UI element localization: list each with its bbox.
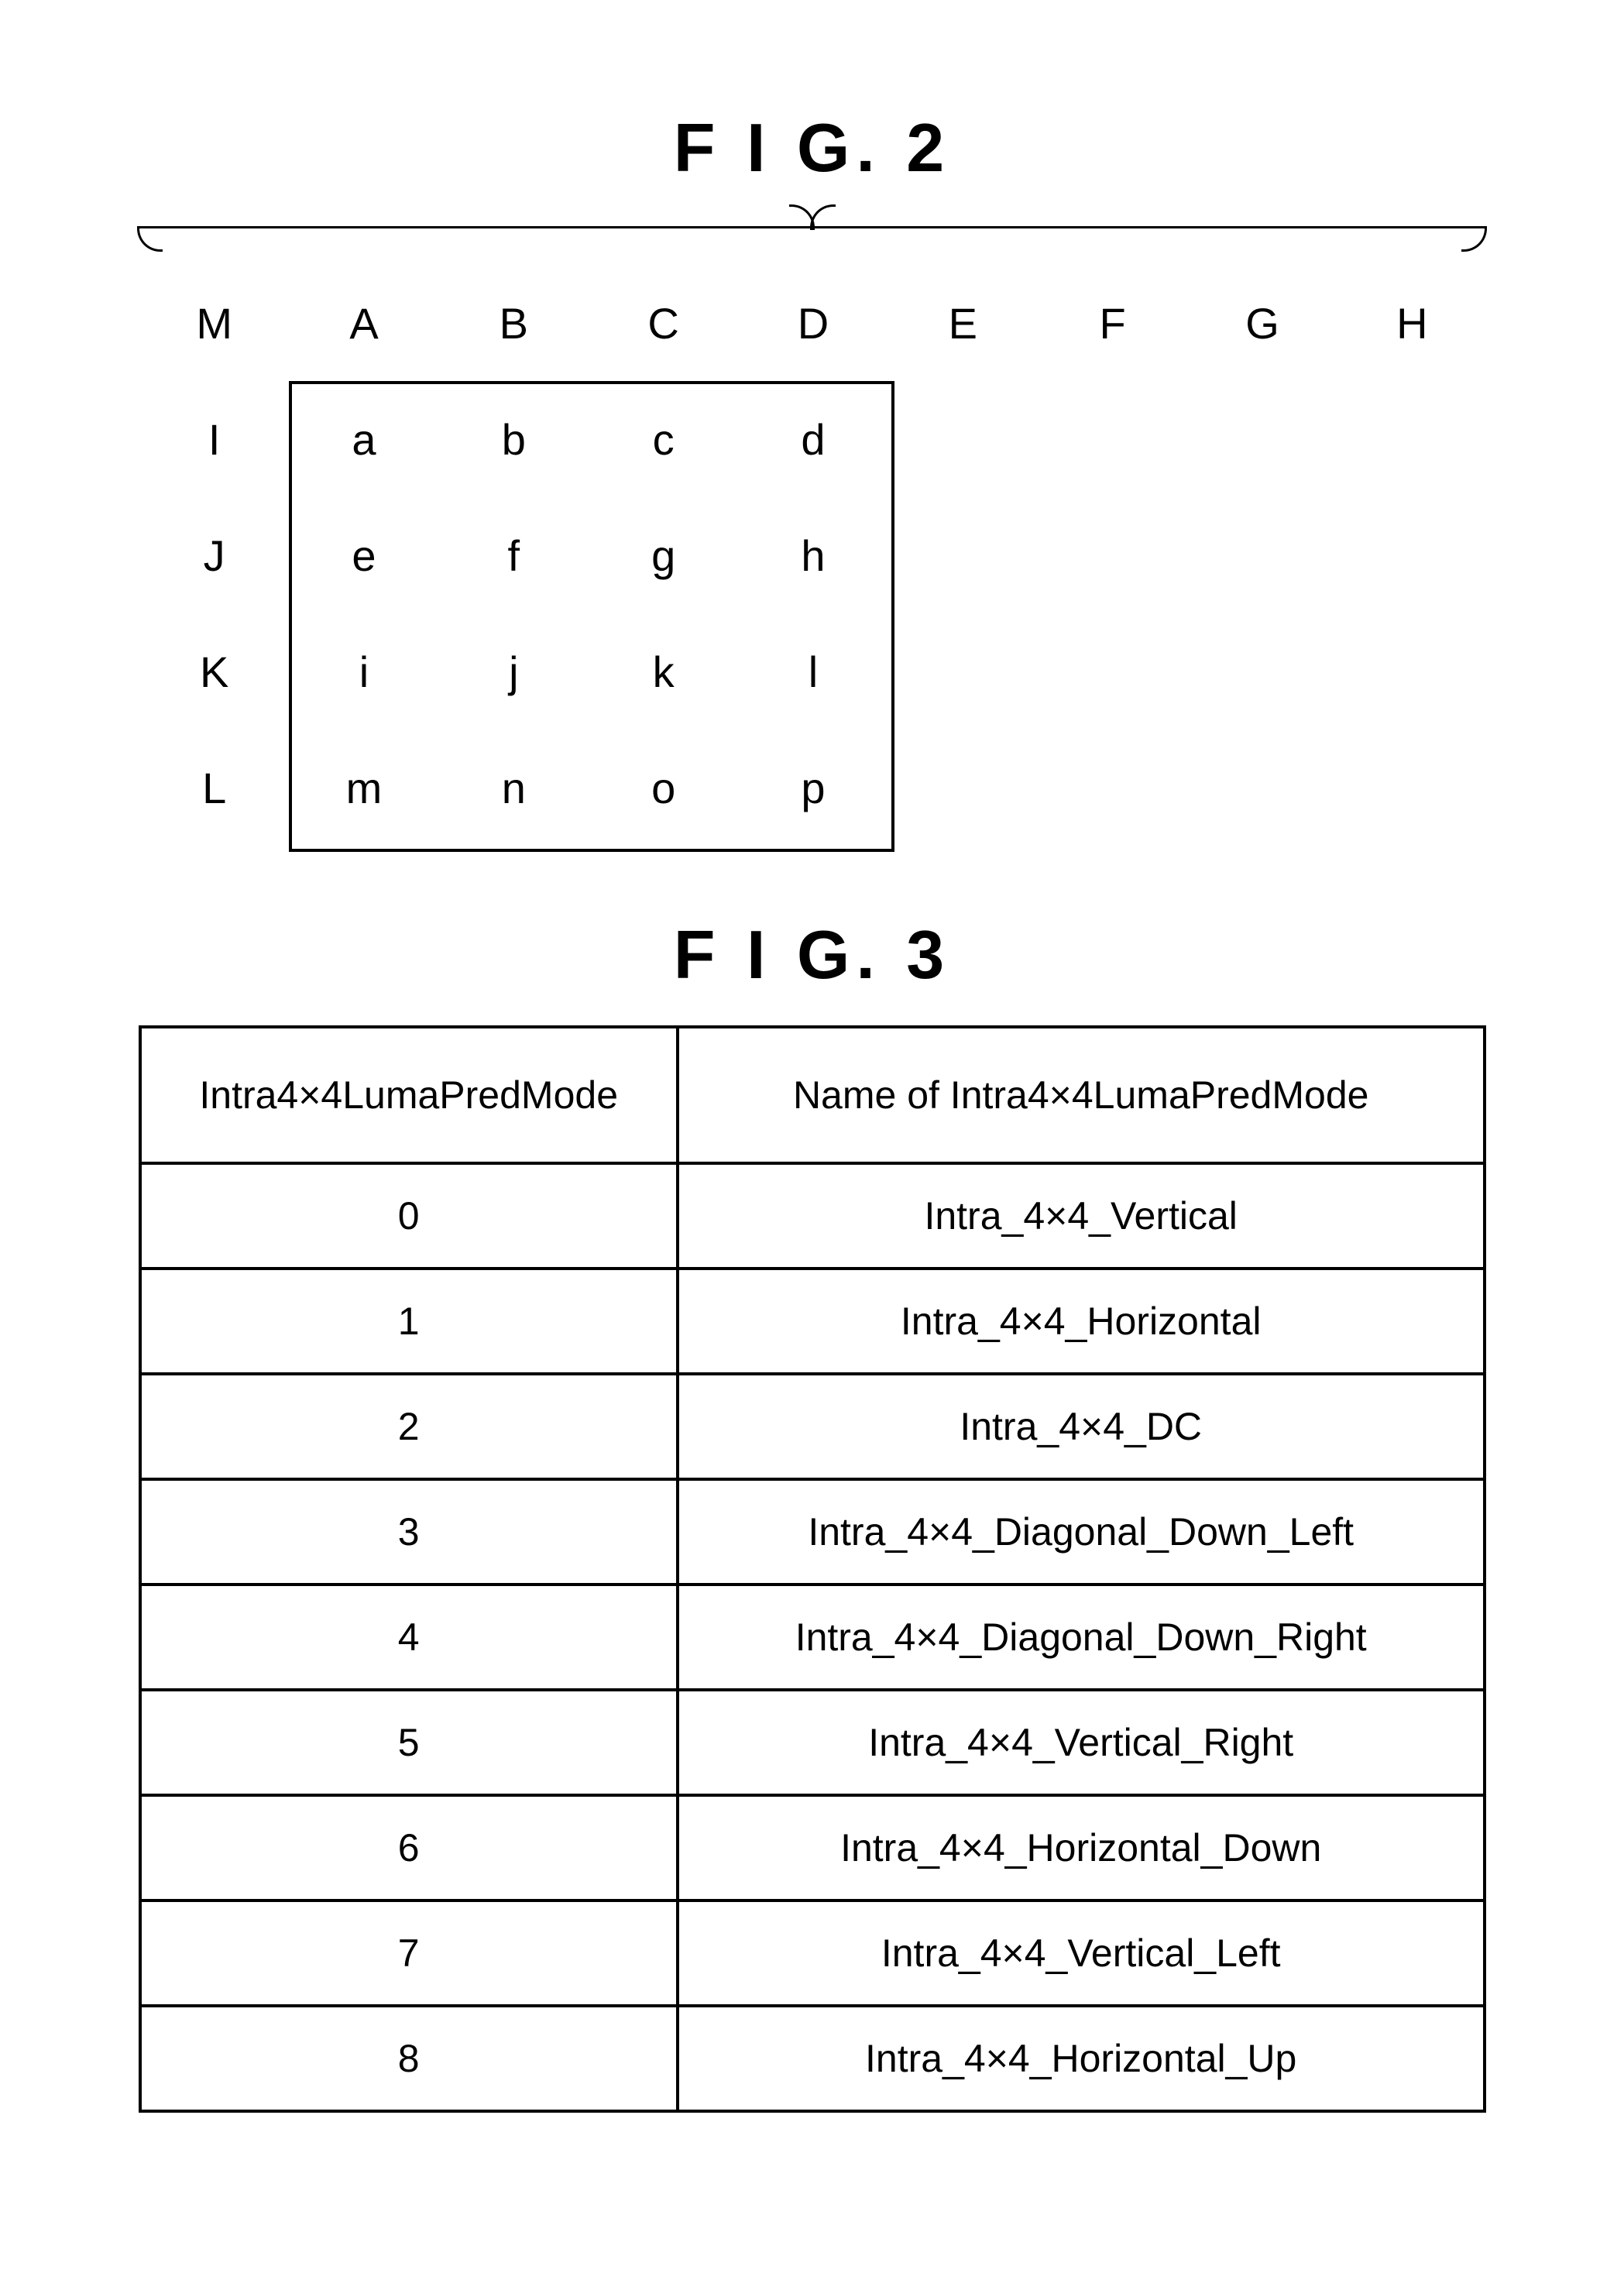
fig2-brace xyxy=(139,203,1485,249)
fig2-header-cell: H xyxy=(1337,265,1487,381)
fig2-inner-cell: e xyxy=(289,497,438,613)
fig2-inner-cell: o xyxy=(589,730,738,846)
fig2-header-cell: E xyxy=(888,265,1038,381)
fig2-empty-cell xyxy=(888,497,1038,613)
mode-cell: 2 xyxy=(140,1374,678,1479)
mode-cell: 6 xyxy=(140,1795,678,1900)
fig2-inner-cell: c xyxy=(589,381,738,497)
mode-cell: 7 xyxy=(140,1900,678,2006)
fig2-header-cell: G xyxy=(1187,265,1337,381)
fig2-empty-cell xyxy=(1337,381,1487,497)
fig2-inner-cell: n xyxy=(439,730,589,846)
table-row: 2 Intra_4×4_DC xyxy=(140,1374,1485,1479)
fig2-inner-cell: g xyxy=(589,497,738,613)
mode-cell: 5 xyxy=(140,1690,678,1795)
fig2-empty-cell xyxy=(1337,730,1487,846)
fig2-title: F I G. 2 xyxy=(116,108,1508,187)
fig2-empty-cell xyxy=(888,381,1038,497)
fig3-title: F I G. 3 xyxy=(116,915,1508,994)
fig2-left-cell: L xyxy=(139,730,289,846)
fig2-inner-cell: a xyxy=(289,381,438,497)
fig2-header-cell: B xyxy=(439,265,589,381)
fig2-empty-cell xyxy=(1337,497,1487,613)
fig2-left-cell: K xyxy=(139,613,289,730)
fig2-left-cell: I xyxy=(139,381,289,497)
mode-cell: 0 xyxy=(140,1163,678,1269)
fig2-empty-cell xyxy=(1187,381,1337,497)
fig2-inner-cell: l xyxy=(738,613,888,730)
fig2-inner-cell: p xyxy=(738,730,888,846)
fig2-empty-cell xyxy=(1187,730,1337,846)
name-cell: Intra_4×4_Horizontal xyxy=(678,1269,1485,1374)
table-row: 7 Intra_4×4_Vertical_Left xyxy=(140,1900,1485,2006)
name-cell: Intra_4×4_Diagonal_Down_Right xyxy=(678,1585,1485,1690)
fig2-header-cell: D xyxy=(738,265,888,381)
name-cell: Intra_4×4_Horizontal_Up xyxy=(678,2006,1485,2111)
name-cell: Intra_4×4_Diagonal_Down_Left xyxy=(678,1479,1485,1585)
mode-cell: 1 xyxy=(140,1269,678,1374)
fig2-inner-cell: h xyxy=(738,497,888,613)
fig2-empty-cell xyxy=(888,730,1038,846)
fig2-empty-cell xyxy=(1038,613,1187,730)
table-row: 5 Intra_4×4_Vertical_Right xyxy=(140,1690,1485,1795)
fig2-inner-cell: m xyxy=(289,730,438,846)
fig2-grid: M A B C D E F G H I a b c d J e f g h K … xyxy=(139,265,1487,846)
fig2-header-cell: A xyxy=(289,265,438,381)
table-row: 8 Intra_4×4_Horizontal_Up xyxy=(140,2006,1485,2111)
name-cell: Intra_4×4_Horizontal_Down xyxy=(678,1795,1485,1900)
fig3-header-name: Name of Intra4×4LumaPredMode xyxy=(678,1027,1485,1163)
fig2-header-cell: C xyxy=(589,265,738,381)
mode-cell: 4 xyxy=(140,1585,678,1690)
fig2-header-cell: M xyxy=(139,265,289,381)
fig2-inner-cell: k xyxy=(589,613,738,730)
fig2-inner-cell: j xyxy=(439,613,589,730)
table-row: 3 Intra_4×4_Diagonal_Down_Left xyxy=(140,1479,1485,1585)
name-cell: Intra_4×4_DC xyxy=(678,1374,1485,1479)
fig2-empty-cell xyxy=(1187,613,1337,730)
fig2-left-cell: J xyxy=(139,497,289,613)
name-cell: Intra_4×4_Vertical_Right xyxy=(678,1690,1485,1795)
fig3-header-mode: Intra4×4LumaPredMode xyxy=(140,1027,678,1163)
name-cell: Intra_4×4_Vertical xyxy=(678,1163,1485,1269)
fig2-inner-cell: f xyxy=(439,497,589,613)
fig2-inner-cell: d xyxy=(738,381,888,497)
name-cell: Intra_4×4_Vertical_Left xyxy=(678,1900,1485,2006)
fig3-header-row: Intra4×4LumaPredMode Name of Intra4×4Lum… xyxy=(140,1027,1485,1163)
fig2-empty-cell xyxy=(888,613,1038,730)
table-row: 6 Intra_4×4_Horizontal_Down xyxy=(140,1795,1485,1900)
fig2-empty-cell xyxy=(1038,381,1187,497)
fig3-table: Intra4×4LumaPredMode Name of Intra4×4Lum… xyxy=(139,1025,1486,2113)
fig2-empty-cell xyxy=(1038,730,1187,846)
fig2-empty-cell xyxy=(1038,497,1187,613)
table-row: 4 Intra_4×4_Diagonal_Down_Right xyxy=(140,1585,1485,1690)
page: F I G. 2 M A B C D E F G H I a b c d J e… xyxy=(0,0,1624,2273)
fig2-header-cell: F xyxy=(1038,265,1187,381)
fig2-empty-cell xyxy=(1337,613,1487,730)
mode-cell: 3 xyxy=(140,1479,678,1585)
fig2-inner-cell: i xyxy=(289,613,438,730)
fig2-empty-cell xyxy=(1187,497,1337,613)
table-row: 0 Intra_4×4_Vertical xyxy=(140,1163,1485,1269)
table-row: 1 Intra_4×4_Horizontal xyxy=(140,1269,1485,1374)
mode-cell: 8 xyxy=(140,2006,678,2111)
fig2-inner-cell: b xyxy=(439,381,589,497)
